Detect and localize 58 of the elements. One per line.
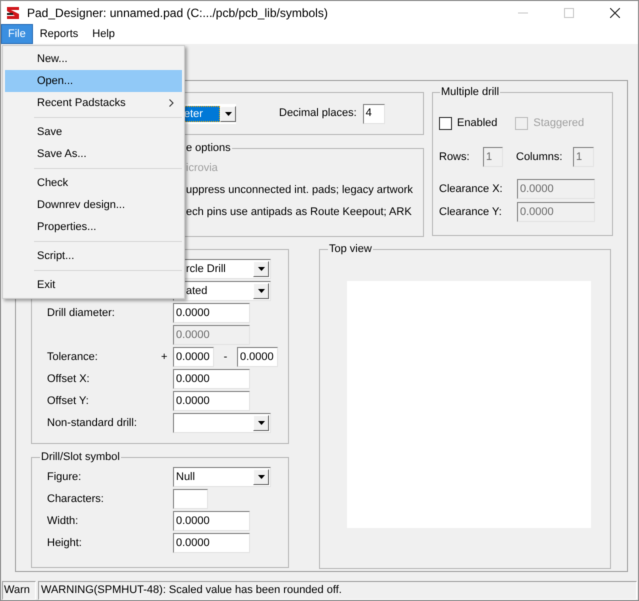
menu-item[interactable]: New... (5, 48, 182, 70)
input-field[interactable]: 0.0000 (517, 179, 595, 199)
menu-item[interactable]: Check (5, 165, 182, 194)
group-label: Top view (328, 242, 373, 256)
field-label: Offset Y: (47, 394, 90, 409)
input-field[interactable]: 4 (362, 104, 385, 124)
field-label: Rows: (439, 150, 471, 165)
field-label: Figure: (47, 470, 82, 485)
app-logo-icon (5, 4, 21, 20)
dropdown[interactable]: Null (173, 467, 271, 487)
window-title: Pad_Designer: unnamed.pad (C:.../pcb/pcb_lib/symbols) (27, 4, 328, 22)
chevron-right-icon (169, 99, 174, 107)
field-label: Columns: (516, 150, 564, 165)
field-label: Clearance Y: (439, 204, 503, 220)
input-field[interactable]: 0.0000 (173, 347, 214, 367)
menu-item[interactable]: Open... (5, 70, 182, 92)
field-label: Decimal places: (279, 106, 357, 122)
field-label: Height: (47, 536, 83, 551)
field-label: Characters: (47, 492, 105, 507)
dropdown[interactable]: eter (182, 104, 236, 124)
input-field[interactable]: 0.0000 (517, 202, 595, 222)
dropdown[interactable] (173, 413, 271, 433)
menu-item[interactable]: Save As... (5, 143, 182, 165)
group-label: e options (185, 141, 232, 155)
field-label: Non-standard drill: (47, 416, 138, 431)
status-message: WARNING(SPMHUT-48): Scaled value has been rounded off. (38, 581, 637, 600)
field-label: Clearance X: (439, 182, 504, 197)
option-label: icrovia (186, 161, 219, 176)
option-label: ech pins use antipads as Route Keepout; ARK (186, 205, 413, 220)
group-label: Drill/Slot symbol (40, 450, 121, 464)
menu-item[interactable]: Help (85, 24, 122, 44)
menu-item[interactable]: Recent Padstacks (5, 92, 182, 114)
input-field[interactable] (173, 489, 208, 509)
menu-item[interactable]: Properties... (5, 216, 182, 238)
field-label: Tolerance: (47, 350, 99, 365)
checkbox-label: Enabled (457, 116, 498, 131)
input-field[interactable]: 0.0000 (173, 391, 250, 411)
input-field[interactable]: 1 (483, 147, 503, 167)
plus-sign: + (161, 350, 168, 365)
input-field[interactable]: 0.0000 (173, 303, 250, 323)
input-field[interactable]: 0.0000 (237, 347, 278, 367)
field-label: Width: (47, 514, 80, 529)
input-field[interactable]: 0.0000 (173, 533, 250, 553)
option-label: uppress unconnected int. pads; legacy artwork (186, 183, 414, 198)
menu-item[interactable]: Downrev design... (5, 194, 182, 216)
menu-item[interactable]: Reports (32, 24, 86, 44)
field-label: Offset X: (47, 372, 91, 387)
checkbox-label: Staggered (533, 116, 584, 131)
input-field[interactable]: 0.0000 (173, 369, 250, 389)
minus-sign: - (222, 350, 228, 365)
checkbox[interactable] (439, 116, 452, 130)
dropdown-value: eter (182, 106, 220, 122)
menu-item[interactable]: Save (5, 114, 182, 143)
field-label: Drill diameter: (47, 306, 116, 321)
group-label: Multiple drill (440, 85, 500, 99)
input-field[interactable]: 0.0000 (173, 511, 250, 531)
input-field[interactable]: 1 (573, 147, 594, 167)
status-label: Warn (2, 581, 36, 600)
